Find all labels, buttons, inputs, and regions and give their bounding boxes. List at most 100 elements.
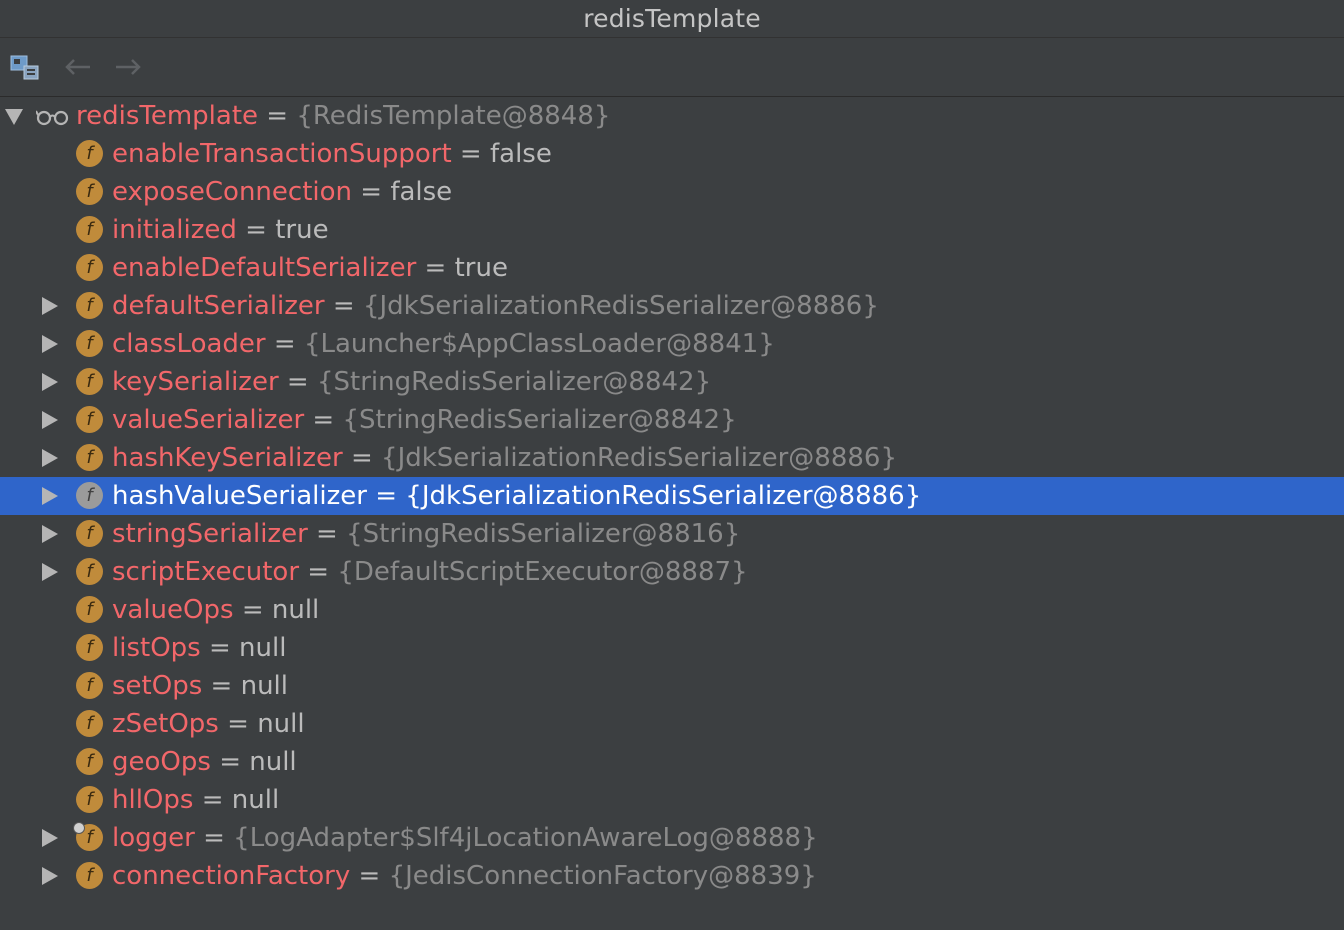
equals-sign: =	[307, 557, 330, 587]
tree-field-row[interactable]: f hllOps = null	[0, 781, 1344, 819]
equals-sign: =	[201, 785, 224, 815]
arrow-right-icon[interactable]	[112, 52, 146, 82]
field-value: {JdkSerializationRedisSerializer@8886}	[381, 443, 897, 473]
tree-field-row[interactable]: f defaultSerializer = {JdkSerializationRe…	[0, 287, 1344, 325]
root-name: redisTemplate	[76, 101, 259, 131]
expand-arrow-icon[interactable]	[42, 487, 58, 505]
window-title: redisTemplate	[583, 4, 761, 33]
expand-arrow-icon[interactable]	[42, 373, 58, 391]
field-icon: f	[76, 292, 103, 319]
variables-tree: redisTemplate = {RedisTemplate@8848} f en…	[0, 97, 1344, 930]
field-name: setOps	[112, 671, 203, 701]
field-value: true	[275, 215, 329, 245]
field-icon: f	[76, 482, 103, 509]
tree-field-row[interactable]: f classLoader = {Launcher$AppClassLoader@…	[0, 325, 1344, 363]
field-value: null	[231, 785, 280, 815]
tree-field-row[interactable]: f setOps = null	[0, 667, 1344, 705]
variables-view-icon[interactable]	[8, 52, 42, 82]
tree-field-row[interactable]: f valueSerializer = {StringRedisSerialize…	[0, 401, 1344, 439]
field-icon: f	[76, 558, 103, 585]
field-name: valueSerializer	[112, 405, 305, 435]
field-name: hashValueSerializer	[112, 481, 367, 511]
equals-sign: =	[360, 177, 383, 207]
field-icon: f	[76, 140, 103, 167]
field-name: zSetOps	[112, 709, 219, 739]
tree-field-row[interactable]: f keySerializer = {StringRedisSerializer@…	[0, 363, 1344, 401]
field-value: null	[249, 747, 297, 777]
field-icon: f	[76, 444, 103, 471]
field-name: enableTransactionSupport	[112, 139, 452, 169]
expand-arrow-icon[interactable]	[42, 829, 58, 847]
field-icon: f	[76, 596, 103, 623]
field-icon: f	[76, 406, 103, 433]
tree-field-row[interactable]: f hashValueSerializer = {JdkSerialization…	[0, 477, 1344, 515]
tree-field-row[interactable]: f listOps = null	[0, 629, 1344, 667]
expand-arrow-icon[interactable]	[42, 449, 58, 467]
equals-sign: =	[219, 747, 241, 777]
expand-arrow-icon[interactable]	[42, 411, 58, 429]
field-icon: f	[76, 520, 103, 547]
field-value: {DefaultScriptExecutor@8887}	[337, 557, 748, 587]
field-value: {JdkSerializationRedisSerializer@8886}	[362, 291, 879, 321]
expand-arrow-icon[interactable]	[42, 335, 58, 353]
field-name: logger	[112, 823, 195, 853]
equals-sign: =	[241, 595, 264, 625]
root-value: {RedisTemplate@8848}	[296, 101, 611, 131]
field-icon: f	[76, 786, 103, 813]
field-icon: f	[76, 748, 103, 775]
equals-sign: =	[266, 101, 289, 131]
field-name: hllOps	[112, 785, 194, 815]
field-value: {StringRedisSerializer@8842}	[316, 367, 712, 397]
field-icon: f	[76, 368, 103, 395]
equals-sign: =	[273, 329, 296, 359]
tree-field-row[interactable]: f zSetOps = null	[0, 705, 1344, 743]
field-name: classLoader	[112, 329, 266, 359]
field-value: {LogAdapter$Slf4jLocationAwareLog@8888}	[233, 823, 818, 853]
arrow-left-icon[interactable]	[60, 52, 94, 82]
equals-sign: =	[286, 367, 309, 397]
equals-sign: =	[358, 861, 381, 891]
tree-field-row[interactable]: f logger = {LogAdapter$Slf4jLocationAware…	[0, 819, 1344, 857]
field-icon: f	[76, 330, 103, 357]
expand-arrow-icon[interactable]	[42, 867, 58, 885]
equals-sign: =	[350, 443, 373, 473]
field-value: {Launcher$AppClassLoader@8841}	[303, 329, 775, 359]
tree-field-row[interactable]: f exposeConnection = false	[0, 173, 1344, 211]
field-value: null	[271, 595, 320, 625]
field-value: {JedisConnectionFactory@8839}	[388, 861, 817, 891]
field-icon: f	[76, 178, 103, 205]
field-name: listOps	[112, 633, 201, 663]
field-icon: f	[76, 216, 103, 243]
tree-field-row[interactable]: f enableTransactionSupport = false	[0, 135, 1344, 173]
expand-arrow-icon[interactable]	[42, 525, 58, 543]
field-name: keySerializer	[112, 367, 279, 397]
static-badge-icon	[73, 822, 85, 834]
field-name: initialized	[112, 215, 237, 245]
tree-field-row[interactable]: f stringSerializer = {StringRedisSerializ…	[0, 515, 1344, 553]
tree-root-row[interactable]: redisTemplate = {RedisTemplate@8848}	[0, 97, 1344, 135]
expand-arrow-icon[interactable]	[42, 297, 58, 315]
tree-field-row[interactable]: f geoOps = null	[0, 743, 1344, 781]
field-value: null	[240, 671, 288, 701]
field-value: false	[390, 177, 453, 207]
field-name: valueOps	[112, 595, 234, 625]
equals-sign: =	[424, 253, 447, 283]
field-value: null	[257, 709, 305, 739]
equals-sign: =	[203, 823, 225, 853]
toolbar	[0, 38, 1344, 97]
field-icon: f	[76, 862, 103, 889]
expand-arrow-icon[interactable]	[42, 563, 58, 581]
equals-sign: =	[210, 671, 233, 701]
tree-field-row[interactable]: f hashKeySerializer = {JdkSerializationRe…	[0, 439, 1344, 477]
collapse-arrow-icon[interactable]	[5, 109, 23, 125]
tree-field-row[interactable]: f scriptExecutor = {DefaultScriptExecutor…	[0, 553, 1344, 591]
equals-sign: =	[312, 405, 335, 435]
tree-field-row[interactable]: f enableDefaultSerializer = true	[0, 249, 1344, 287]
tree-field-row[interactable]: f valueOps = null	[0, 591, 1344, 629]
tree-field-row[interactable]: f initialized = true	[0, 211, 1344, 249]
equals-sign: =	[208, 633, 231, 663]
equals-sign: =	[332, 291, 355, 321]
field-name: defaultSerializer	[112, 291, 325, 321]
tree-field-row[interactable]: f connectionFactory = {JedisConnectionFac…	[0, 857, 1344, 895]
field-value: true	[454, 253, 508, 283]
